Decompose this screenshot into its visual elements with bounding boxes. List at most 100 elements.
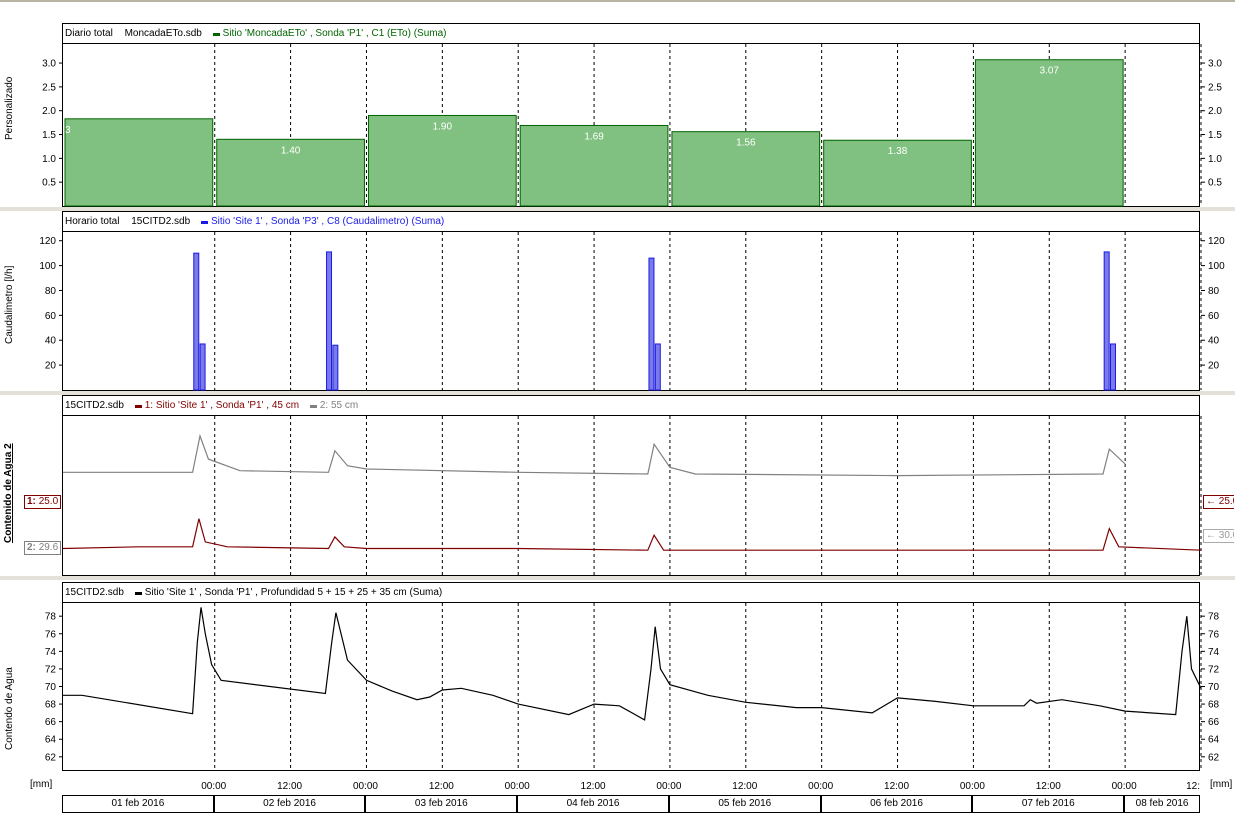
y-tick-label-right: 70 (1208, 682, 1220, 693)
y-tick-label-left: 76 (45, 629, 57, 640)
time-tick-label: 00:00 (1112, 781, 1137, 792)
time-tick-label: 12:00 (732, 781, 757, 792)
panel3-legend1[interactable]: 1: Sitio 'Site 1' , Sonda 'P1' , 45 cm (145, 400, 299, 411)
panel1-header: Diario total MoncadaETo.sdb Sitio 'Monca… (62, 23, 1200, 43)
day-cell[interactable]: 06 feb 2016 (820, 795, 973, 813)
panel2-header: Horario total 15CITD2.sdb Sitio 'Site 1'… (62, 211, 1200, 231)
y-tick-label-left: 78 (45, 612, 57, 623)
flow-bar (1103, 251, 1110, 391)
panel4-legend-swatch (134, 591, 142, 595)
panel2-file: 15CITD2.sdb (131, 216, 191, 227)
y-tick-label-right: 74 (1208, 647, 1220, 658)
y-tick-label-left: 60 (45, 311, 57, 322)
panel2-source: Horario total (65, 216, 120, 227)
y-tick-label-right: 62 (1208, 752, 1220, 763)
y-tick-label-left: 62 (45, 752, 57, 763)
series2-value-tag-right[interactable]: ← 30.0 (1203, 529, 1234, 543)
panel3-plot[interactable] (62, 415, 1202, 576)
y-tick-label-right: 80 (1208, 286, 1220, 297)
panel3-legend2-swatch (309, 404, 317, 408)
y-tick-label-left: 72 (45, 664, 57, 675)
panel4-plot[interactable]: 62 62 64 64 66 66 68 68 70 70 72 72 74 74 76 76 78 78 (45, 602, 1220, 771)
y-tick-label-right: 1.0 (1208, 154, 1222, 165)
panel3-legend1-swatch (134, 404, 142, 408)
y-tick-label-left: 40 (45, 336, 57, 347)
y-tick-label-right: 20 (1208, 361, 1220, 372)
y-tick-label-left: 80 (45, 286, 57, 297)
y-tick-label-left: 120 (39, 236, 56, 247)
day-cell[interactable]: 01 feb 2016 (62, 795, 214, 813)
panel1-file: MoncadaETo.sdb (124, 28, 202, 39)
flow-bar (332, 344, 339, 391)
panel2-plot[interactable]: 20 20 40 40 60 60 80 80 100 100 120 120 (39, 231, 1225, 391)
panel4-legend[interactable]: Sitio 'Site 1' , Sonda 'P1' , Profundida… (145, 587, 443, 598)
flow-bar (648, 257, 655, 391)
panel2-legend-swatch (200, 220, 208, 224)
panel3-legend2[interactable]: 2: 55 cm (320, 400, 358, 411)
time-tick-label: 00:00 (808, 781, 833, 792)
day-cell[interactable]: 04 feb 2016 (517, 795, 669, 813)
time-tick-label: 12:00 (1036, 781, 1061, 792)
y-tick-label-right: 2.5 (1208, 82, 1222, 93)
y-tick-label-left: 2.0 (42, 106, 56, 117)
y-tick-label-right: 60 (1208, 311, 1220, 322)
panel1-legend[interactable]: Sitio 'MoncadaETo' , Sonda 'P1' , C1 (ET… (223, 28, 447, 39)
eto-bar (974, 59, 1124, 207)
panel4-file: 15CITD2.sdb (65, 587, 124, 598)
time-tick-label: 00:00 (505, 781, 530, 792)
y-tick-label-right: 72 (1208, 664, 1220, 675)
chart-svg (62, 416, 1202, 575)
series1-value-tag-right[interactable]: ← 25.0 (1203, 495, 1234, 509)
y-tick-label-right: 1.5 (1208, 130, 1222, 141)
time-tick-label: 00:00 (656, 781, 681, 792)
x-axis-unit-right: [mm] (1210, 779, 1233, 790)
day-cell[interactable]: 08 feb 2016 (1124, 795, 1200, 813)
panel1-plot[interactable]: 0.5 0.5 1.0 1.0 1.5 1.5 2.0 2.0 2.5 2.5 3.0 3.0 3 1.4… (42, 43, 1222, 207)
time-axis[interactable]: 00:00 12:00 00:00 12:00 00:00 12:00 00:00 12:00… (62, 771, 1200, 816)
y-tick-label-left: 74 (45, 647, 57, 658)
series2-value-tag-left[interactable]: 2: 29.6 (24, 541, 62, 555)
series1-tag-value: 25.0 (38, 496, 59, 507)
series1-value-tag-left[interactable]: 1: 25.0 (24, 495, 62, 509)
series1-line (62, 518, 1202, 551)
panel1-ylabel: Personalizado (4, 76, 15, 140)
flow-bar (654, 343, 661, 391)
eto-bar-label: 1.56 (736, 138, 756, 149)
y-tick-label-right: 76 (1208, 629, 1220, 640)
panel-separator[interactable] (0, 576, 1235, 580)
panel3-file: 15CITD2.sdb (65, 400, 124, 411)
eto-bar-label: 3.07 (1040, 66, 1060, 77)
day-cell[interactable]: 03 feb 2016 (365, 795, 518, 813)
y-tick-label-left: 0.5 (42, 178, 56, 189)
y-tick-label-right: 0.5 (1208, 178, 1222, 189)
y-tick-label-left: 68 (45, 700, 57, 711)
panel2-ylabel: Caudalimetro [l/h] (4, 265, 15, 344)
y-tick-label-right: 68 (1208, 700, 1220, 711)
day-cell[interactable]: 07 feb 2016 (972, 795, 1125, 813)
x-axis-unit-left: [mm] (30, 779, 53, 790)
time-tick-label: 12:00 (277, 781, 302, 792)
time-tick-label: 00:00 (201, 781, 226, 792)
flow-bar (1109, 343, 1116, 391)
time-tick-label: 12:00 (581, 781, 606, 792)
y-tick-label-right: 40 (1208, 336, 1220, 347)
y-tick-label-right: 66 (1208, 717, 1220, 728)
panel4-ylabel: Contendo de Agua (4, 667, 15, 750)
y-tick-label-left: 1.0 (42, 154, 56, 165)
panel1-source: Diario total (65, 28, 113, 39)
y-tick-label-right: 78 (1208, 612, 1220, 623)
time-tick-label: 12: (1186, 781, 1200, 792)
y-tick-label-left: 1.5 (42, 130, 56, 141)
y-tick-label-left: 3.0 (42, 59, 56, 70)
panel3-header: 15CITD2.sdb 1: Sitio 'Site 1' , Sonda 'P… (62, 395, 1200, 415)
top-border (0, 0, 1235, 2)
day-cell[interactable]: 05 feb 2016 (668, 795, 821, 813)
day-cell[interactable]: 02 feb 2016 (213, 795, 366, 813)
y-tick-label-right: 3.0 (1208, 59, 1222, 70)
panel1-legend-swatch (212, 32, 220, 36)
chart-svg: 62 62 64 64 66 66 68 68 70 70 72 72 74 74 76 76 78 78 (45, 603, 1220, 770)
time-tick-label: 12:00 (429, 781, 454, 792)
y-tick-label-left: 70 (45, 682, 57, 693)
panel2-legend[interactable]: Sitio 'Site 1' , Sonda 'P3' , C8 (Caudal… (211, 216, 444, 227)
eto-bar-label: 1.69 (584, 131, 604, 142)
